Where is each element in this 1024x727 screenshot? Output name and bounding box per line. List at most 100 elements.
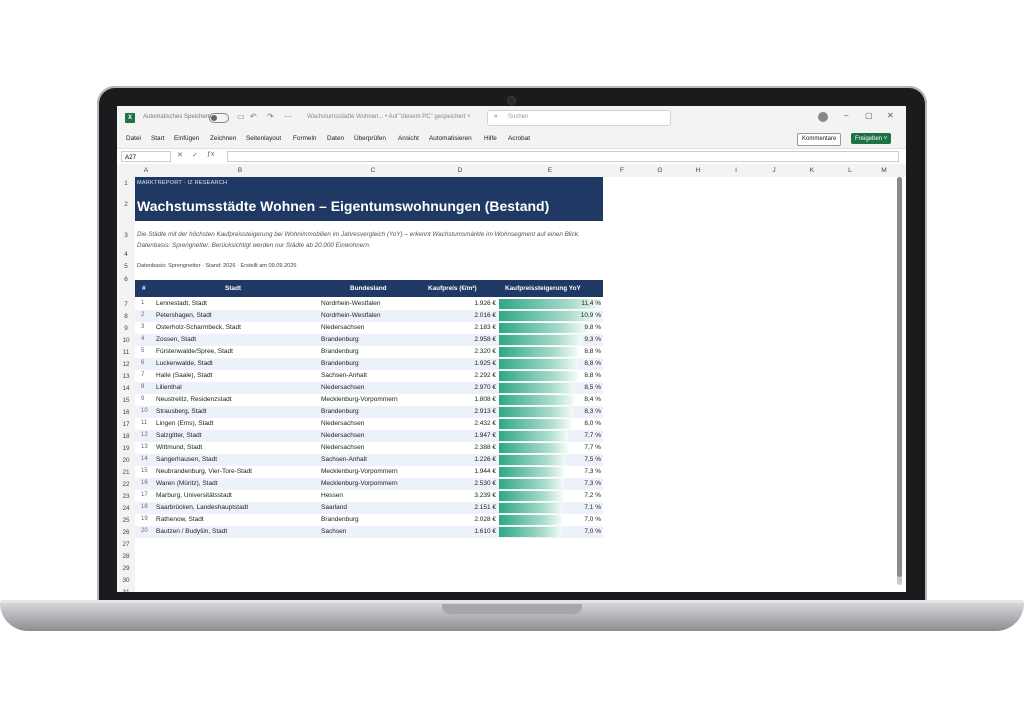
tab-ueberpruefen[interactable]: Überprüfen xyxy=(354,135,386,142)
table-row[interactable]: 4 Zossen, Stadt Brandenburg 2.958 € 9,3 % xyxy=(135,334,603,346)
share-button[interactable]: Freigeben ˅ xyxy=(851,133,892,144)
table-row[interactable]: 19 Rathenow, Stadt Brandenburg 2.028 € 7,0 % xyxy=(135,514,603,526)
col-header[interactable]: G xyxy=(641,167,679,174)
undo-icon[interactable]: ↶ xyxy=(250,112,257,121)
row-header[interactable]: 18 xyxy=(117,433,135,440)
table-row[interactable]: 3 Osterholz-Scharmbeck, Stadt Niedersachse… xyxy=(135,322,603,334)
table-row[interactable]: 16 Waren (Müritz), Stadt Mecklenburg-Vorpo… xyxy=(135,478,603,490)
tab-automatisieren[interactable]: Automatisieren xyxy=(429,135,472,142)
price-cell: 3.239 € xyxy=(474,492,496,499)
price-cell: 2.388 € xyxy=(474,444,496,451)
document-title[interactable]: Wachstumsstädte Wohnen... • Auf "diesem … xyxy=(307,114,471,120)
row-header[interactable]: 12 xyxy=(117,361,135,368)
tab-start[interactable]: Start xyxy=(151,135,165,142)
name-box[interactable]: A27 xyxy=(121,151,171,162)
table-row[interactable]: 12 Salzgitter, Stadt Niedersachsen 1.947 € 7… xyxy=(135,430,603,442)
col-header[interactable]: E xyxy=(497,167,603,174)
row-header[interactable]: 15 xyxy=(117,397,135,404)
table-row[interactable]: 1 Lennestadt, Stadt Nordrhein-Westfalen 1.9… xyxy=(135,298,603,310)
header-city: Stadt xyxy=(225,285,241,292)
table-row[interactable]: 7 Halle (Saale), Stadt Sachsen-Anhalt 2.292… xyxy=(135,370,603,382)
row-header[interactable]: 21 xyxy=(117,469,135,476)
row-header[interactable]: 20 xyxy=(117,457,135,464)
row-header[interactable]: 11 xyxy=(117,349,135,356)
redo-icon[interactable]: ↷ xyxy=(267,112,274,121)
col-header[interactable]: M xyxy=(869,167,899,174)
table-row[interactable]: 2 Petershagen, Stadt Nordrhein-Westfalen 2.… xyxy=(135,310,603,322)
more-icon[interactable]: ⋯ xyxy=(284,112,292,121)
row-header[interactable]: 29 xyxy=(117,565,135,572)
row-header[interactable]: 9 xyxy=(117,325,135,332)
col-header[interactable]: L xyxy=(831,167,869,174)
table-row[interactable]: 18 Saarbrücken, Landeshauptstadt Saarland 2… xyxy=(135,502,603,514)
col-header[interactable]: C xyxy=(323,167,423,174)
row-header[interactable]: 31 xyxy=(117,589,135,592)
row-header[interactable]: 26 xyxy=(117,529,135,536)
table-row[interactable]: 20 Bautzen / Budyšin, Stadt Sachsen 1.610 €… xyxy=(135,526,603,538)
row-header[interactable]: 13 xyxy=(117,373,135,380)
table-row[interactable]: 15 Neubrandenburg, Vier-Tore-Stadt Mecklen… xyxy=(135,466,603,478)
row-header[interactable]: 7 xyxy=(117,301,135,308)
row-header[interactable]: 2 xyxy=(117,201,135,208)
row-header[interactable]: 24 xyxy=(117,505,135,512)
tab-einfuegen[interactable]: Einfügen xyxy=(174,135,199,142)
row-header[interactable]: 30 xyxy=(117,577,135,584)
search-box[interactable]: ⌕ Suchen xyxy=(487,110,671,126)
col-header[interactable]: H xyxy=(679,167,717,174)
row-header[interactable]: 10 xyxy=(117,337,135,344)
table-row[interactable]: 10 Strausberg, Stadt Brandenburg 2.913 € 8,3… xyxy=(135,406,603,418)
row-header[interactable]: 25 xyxy=(117,517,135,524)
row-header[interactable]: 4 xyxy=(117,251,135,258)
col-header[interactable]: B xyxy=(157,167,323,174)
row-header[interactable]: 22 xyxy=(117,481,135,488)
tab-hilfe[interactable]: Hilfe xyxy=(484,135,497,142)
table-row[interactable]: 11 Lingen (Ems), Stadt Niedersachsen 2.432 … xyxy=(135,418,603,430)
row-header[interactable]: 5 xyxy=(117,263,135,270)
tab-seitenlayout[interactable]: Seitenlayout xyxy=(246,135,281,142)
col-header[interactable]: A xyxy=(135,167,157,174)
tab-formeln[interactable]: Formeln xyxy=(293,135,316,142)
formula-input[interactable] xyxy=(227,151,899,162)
table-row[interactable]: 6 Luckenwalde, Stadt Brandenburg 1.925 € 8,8… xyxy=(135,358,603,370)
tab-zeichnen[interactable]: Zeichnen xyxy=(210,135,236,142)
avatar[interactable] xyxy=(818,112,828,122)
row-header[interactable]: 8 xyxy=(117,313,135,320)
save-icon[interactable]: ▭ xyxy=(237,112,245,121)
maximize-icon[interactable]: ▢ xyxy=(865,111,873,120)
confirm-icon[interactable]: ✓ xyxy=(192,151,198,159)
tab-ansicht[interactable]: Ansicht xyxy=(398,135,419,142)
tab-daten[interactable]: Daten xyxy=(327,135,344,142)
table-row[interactable]: 13 Wittmund, Stadt Niedersachsen 2.388 € 7,7… xyxy=(135,442,603,454)
row-header[interactable]: 16 xyxy=(117,409,135,416)
row-header[interactable]: 3 xyxy=(117,232,135,239)
fx-icon[interactable]: ƒx xyxy=(207,151,214,158)
close-icon[interactable]: ✕ xyxy=(887,111,894,120)
col-header[interactable]: F xyxy=(603,167,641,174)
row-header[interactable]: 14 xyxy=(117,385,135,392)
row-header[interactable]: 27 xyxy=(117,541,135,548)
minimize-icon[interactable]: – xyxy=(844,111,848,120)
cancel-icon[interactable]: ✕ xyxy=(177,151,183,159)
col-header[interactable]: J xyxy=(755,167,793,174)
table-row[interactable]: 17 Marburg, Universitätsstadt Hessen 3.239 … xyxy=(135,490,603,502)
table-row[interactable]: 14 Sangerhausen, Stadt Sachsen-Anhalt 1.226… xyxy=(135,454,603,466)
autosave-toggle[interactable] xyxy=(209,113,229,123)
row-header[interactable]: 1 xyxy=(117,180,135,187)
col-header[interactable]: D xyxy=(423,167,497,174)
col-header[interactable]: I xyxy=(717,167,755,174)
col-header[interactable]: K xyxy=(793,167,831,174)
table-row[interactable]: 5 Fürstenwalde/Spree, Stadt Brandenburg 2.3… xyxy=(135,346,603,358)
table-row[interactable]: 8 Lilienthal Niedersachsen 2.970 € 8,5 % xyxy=(135,382,603,394)
tab-datei[interactable]: Datei xyxy=(126,135,141,142)
tab-acrobat[interactable]: Acrobat xyxy=(508,135,530,142)
row-header[interactable]: 17 xyxy=(117,421,135,428)
table-row[interactable]: 9 Neustrelitz, Residenzstadt Mecklenburg-V… xyxy=(135,394,603,406)
row-header[interactable]: 23 xyxy=(117,493,135,500)
row-header[interactable]: 6 xyxy=(117,276,135,283)
scrollbar-thumb[interactable] xyxy=(897,177,902,577)
row-header[interactable]: 19 xyxy=(117,445,135,452)
comments-button[interactable]: Kommentare xyxy=(797,133,842,146)
worksheet[interactable]: MARKTREPORT · IZ RESEARCH Wachstumsstädt… xyxy=(135,177,906,592)
city-cell: Zossen, Stadt xyxy=(156,336,197,343)
row-header[interactable]: 28 xyxy=(117,553,135,560)
